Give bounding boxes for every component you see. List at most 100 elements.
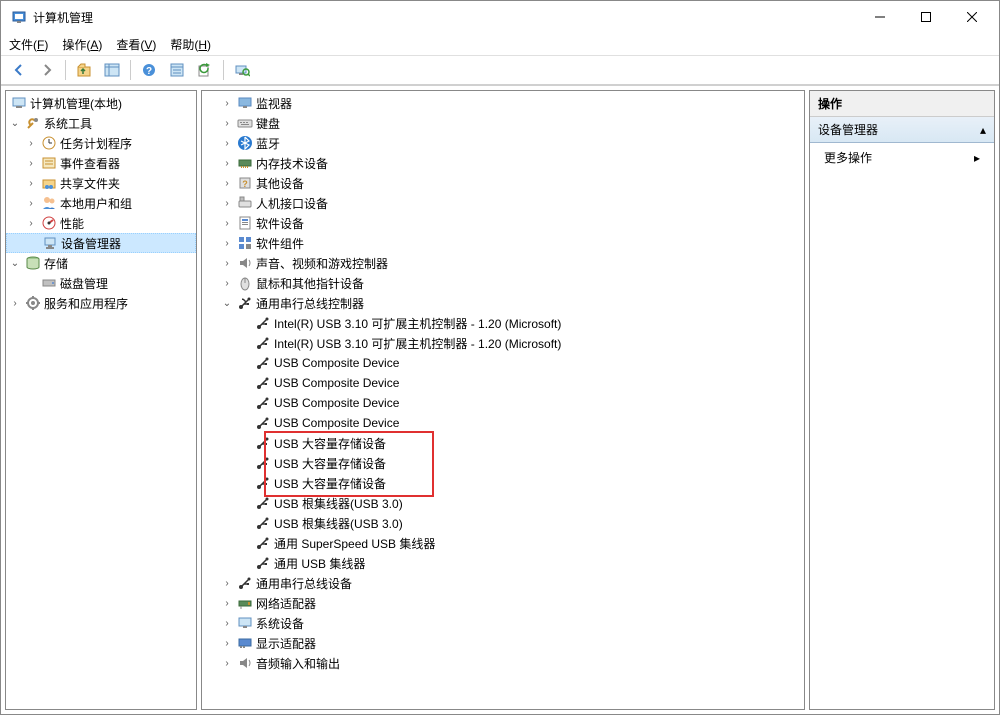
device-audio[interactable]: ›音频输入和输出: [202, 653, 804, 673]
menu-file[interactable]: 文件(F): [9, 36, 48, 53]
actions-section[interactable]: 设备管理器 ▴: [810, 117, 994, 143]
usb-icon: [255, 355, 271, 371]
expand-icon[interactable]: ›: [220, 256, 234, 270]
device-hid[interactable]: ›人机接口设备: [202, 193, 804, 213]
device-usb-superspeed[interactable]: 通用 SuperSpeed USB 集线器: [202, 533, 804, 553]
device-software[interactable]: ›软件设备: [202, 213, 804, 233]
tree-row-device-manager[interactable]: 设备管理器: [6, 233, 196, 253]
device-usb-composite-4[interactable]: USB Composite Device: [202, 413, 804, 433]
main-window: 计算机管理 文件(F) 操作(A) 查看(V) 帮助(H) ?: [0, 0, 1000, 715]
device-monitor[interactable]: ›监视器: [202, 93, 804, 113]
expand-icon[interactable]: ›: [220, 196, 234, 210]
tree-row-system-tools[interactable]: ⌄ 系统工具: [6, 113, 196, 133]
menu-action[interactable]: 操作(A): [62, 36, 102, 53]
left-tree: 计算机管理(本地) ⌄ 系统工具 › 任务计划程序 › 事件查: [6, 91, 196, 315]
maximize-button[interactable]: [903, 1, 949, 33]
expand-icon[interactable]: ›: [220, 136, 234, 150]
expand-icon[interactable]: ›: [24, 136, 38, 150]
collapse-icon[interactable]: ⌄: [8, 256, 22, 270]
device-sound[interactable]: ›声音、视频和游戏控制器: [202, 253, 804, 273]
left-panel: 计算机管理(本地) ⌄ 系统工具 › 任务计划程序 › 事件查: [5, 90, 197, 710]
storage-icon: [25, 255, 41, 271]
monitor-icon: [237, 95, 253, 111]
computer-icon: [11, 95, 27, 111]
device-usb-root-2[interactable]: USB 根集线器(USB 3.0): [202, 513, 804, 533]
collapse-icon[interactable]: ⌄: [220, 296, 234, 310]
device-network[interactable]: ›网络适配器: [202, 593, 804, 613]
device-usb-devices[interactable]: ›通用串行总线设备: [202, 573, 804, 593]
expand-icon[interactable]: ›: [220, 236, 234, 250]
expand-icon[interactable]: ›: [24, 196, 38, 210]
properties-button[interactable]: [165, 58, 189, 82]
expand-icon[interactable]: ›: [220, 176, 234, 190]
expand-icon[interactable]: ›: [220, 216, 234, 230]
device-mouse[interactable]: ›鼠标和其他指针设备: [202, 273, 804, 293]
forward-button[interactable]: [35, 58, 59, 82]
tree-row-task-scheduler[interactable]: › 任务计划程序: [6, 133, 196, 153]
device-keyboard[interactable]: ›键盘: [202, 113, 804, 133]
device-usb-controller[interactable]: ⌄通用串行总线控制器: [202, 293, 804, 313]
device-sw-components[interactable]: ›软件组件: [202, 233, 804, 253]
scan-button[interactable]: [230, 58, 254, 82]
tree-row-event-viewer[interactable]: › 事件查看器: [6, 153, 196, 173]
device-usb-hub[interactable]: 通用 USB 集线器: [202, 553, 804, 573]
expand-icon[interactable]: ›: [220, 636, 234, 650]
tree-row-storage[interactable]: ⌄ 存储: [6, 253, 196, 273]
device-usb-mass-3[interactable]: USB 大容量存储设备: [202, 473, 804, 493]
device-intel-usb-2[interactable]: Intel(R) USB 3.10 可扩展主机控制器 - 1.20 (Micro…: [202, 333, 804, 353]
expand-icon[interactable]: ›: [220, 616, 234, 630]
help-button[interactable]: ?: [137, 58, 161, 82]
back-button[interactable]: [7, 58, 31, 82]
users-icon: [41, 195, 57, 211]
device-usb-root-1[interactable]: USB 根集线器(USB 3.0): [202, 493, 804, 513]
device-usb-mass-2[interactable]: USB 大容量存储设备: [202, 453, 804, 473]
expand-icon[interactable]: ›: [220, 96, 234, 110]
device-memory[interactable]: ›内存技术设备: [202, 153, 804, 173]
tree-row-local-users[interactable]: › 本地用户和组: [6, 193, 196, 213]
tree-row-performance[interactable]: › 性能: [6, 213, 196, 233]
close-button[interactable]: [949, 1, 995, 33]
refresh-button[interactable]: [193, 58, 217, 82]
tree-row-disk-mgmt[interactable]: 磁盘管理: [6, 273, 196, 293]
device-usb-mass-1[interactable]: USB 大容量存储设备: [202, 433, 804, 453]
device-usb-composite-1[interactable]: USB Composite Device: [202, 353, 804, 373]
window-controls: [857, 1, 995, 33]
device-display[interactable]: ›显示适配器: [202, 633, 804, 653]
center-panel: ›监视器 ›键盘 ›蓝牙 ›内存技术设备 ›?其他设备 ›人机接口设备 ›软件设…: [201, 90, 805, 710]
performance-icon: [41, 215, 57, 231]
expand-icon[interactable]: ›: [220, 116, 234, 130]
app-icon: [11, 9, 27, 25]
hid-icon: [237, 195, 253, 211]
device-usb-composite-3[interactable]: USB Composite Device: [202, 393, 804, 413]
up-button[interactable]: [72, 58, 96, 82]
collapse-icon[interactable]: ⌄: [8, 116, 22, 130]
expand-icon[interactable]: ›: [220, 156, 234, 170]
window-title: 计算机管理: [33, 9, 857, 26]
expand-icon[interactable]: ›: [8, 296, 22, 310]
expand-icon[interactable]: ›: [220, 276, 234, 290]
minimize-button[interactable]: [857, 1, 903, 33]
menu-help[interactable]: 帮助(H): [170, 36, 211, 53]
tree-row-shared-folders[interactable]: › 共享文件夹: [6, 173, 196, 193]
other-device-icon: ?: [237, 175, 253, 191]
expand-icon[interactable]: ›: [220, 576, 234, 590]
sound-icon: [237, 255, 253, 271]
event-viewer-icon: [41, 155, 57, 171]
more-actions-item[interactable]: 更多操作 ▸: [810, 143, 994, 172]
device-other[interactable]: ›?其他设备: [202, 173, 804, 193]
device-system[interactable]: ›系统设备: [202, 613, 804, 633]
keyboard-icon: [237, 115, 253, 131]
device-usb-composite-2[interactable]: USB Composite Device: [202, 373, 804, 393]
tree-row-root[interactable]: 计算机管理(本地): [6, 93, 196, 113]
show-hide-button[interactable]: [100, 58, 124, 82]
expand-icon[interactable]: ›: [220, 656, 234, 670]
tools-icon: [25, 115, 41, 131]
expand-icon[interactable]: ›: [24, 156, 38, 170]
expand-icon[interactable]: ›: [24, 176, 38, 190]
device-intel-usb-1[interactable]: Intel(R) USB 3.10 可扩展主机控制器 - 1.20 (Micro…: [202, 313, 804, 333]
expand-icon[interactable]: ›: [220, 596, 234, 610]
device-bluetooth[interactable]: ›蓝牙: [202, 133, 804, 153]
expand-icon[interactable]: ›: [24, 216, 38, 230]
tree-row-services[interactable]: › 服务和应用程序: [6, 293, 196, 313]
menu-view[interactable]: 查看(V): [116, 36, 156, 53]
